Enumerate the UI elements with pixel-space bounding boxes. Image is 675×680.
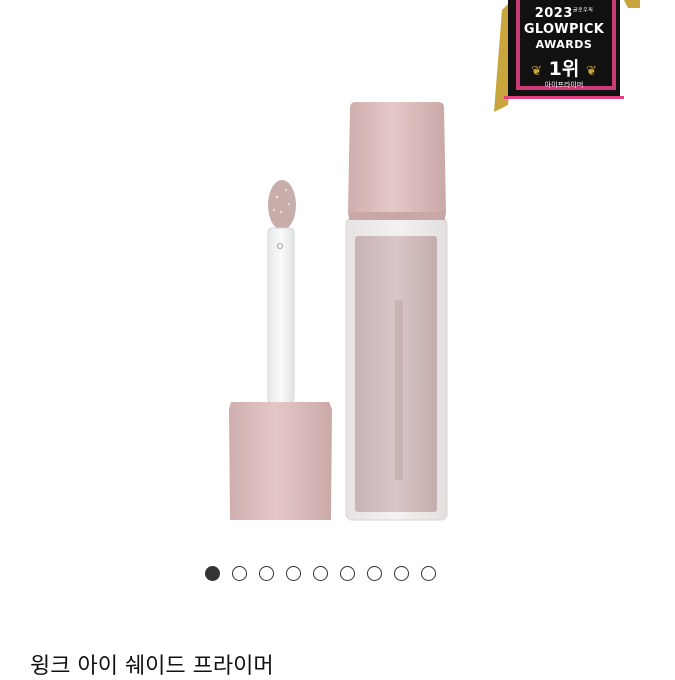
badge-category: 아이프라이머 (544, 81, 584, 89)
carousel-dot[interactable] (340, 566, 355, 581)
laurel-left-icon: ❦ (531, 64, 543, 79)
badge-subtitle: AWARDS (535, 38, 593, 51)
carousel-dot[interactable] (394, 566, 409, 581)
bottle-cap (348, 102, 446, 220)
carousel-pagination (205, 566, 436, 581)
applicator-tip (268, 180, 296, 230)
badge-title: GLOWPICK (523, 22, 605, 37)
product-title: 윙크 아이 쉐이드 프라이머 (30, 654, 274, 679)
carousel-dot[interactable] (421, 566, 436, 581)
badge-rank: ❦ 1위 ❦ (531, 58, 597, 80)
badge-year: 2023글로우픽 (534, 6, 594, 21)
carousel-dot[interactable] (259, 566, 274, 581)
carousel-dot[interactable] (367, 566, 382, 581)
carousel-dot[interactable] (313, 566, 328, 581)
applicator-cap (229, 402, 332, 520)
carousel-dot[interactable] (205, 566, 220, 581)
laurel-right-icon: ❦ (585, 64, 597, 79)
applicator-stem (267, 227, 295, 404)
carousel-dot[interactable] (286, 566, 301, 581)
carousel-dot[interactable] (232, 566, 247, 581)
glowpick-award-badge: 2023글로우픽 GLOWPICK AWARDS ❦ 1위 ❦ 아이프라이머 (490, 0, 640, 118)
